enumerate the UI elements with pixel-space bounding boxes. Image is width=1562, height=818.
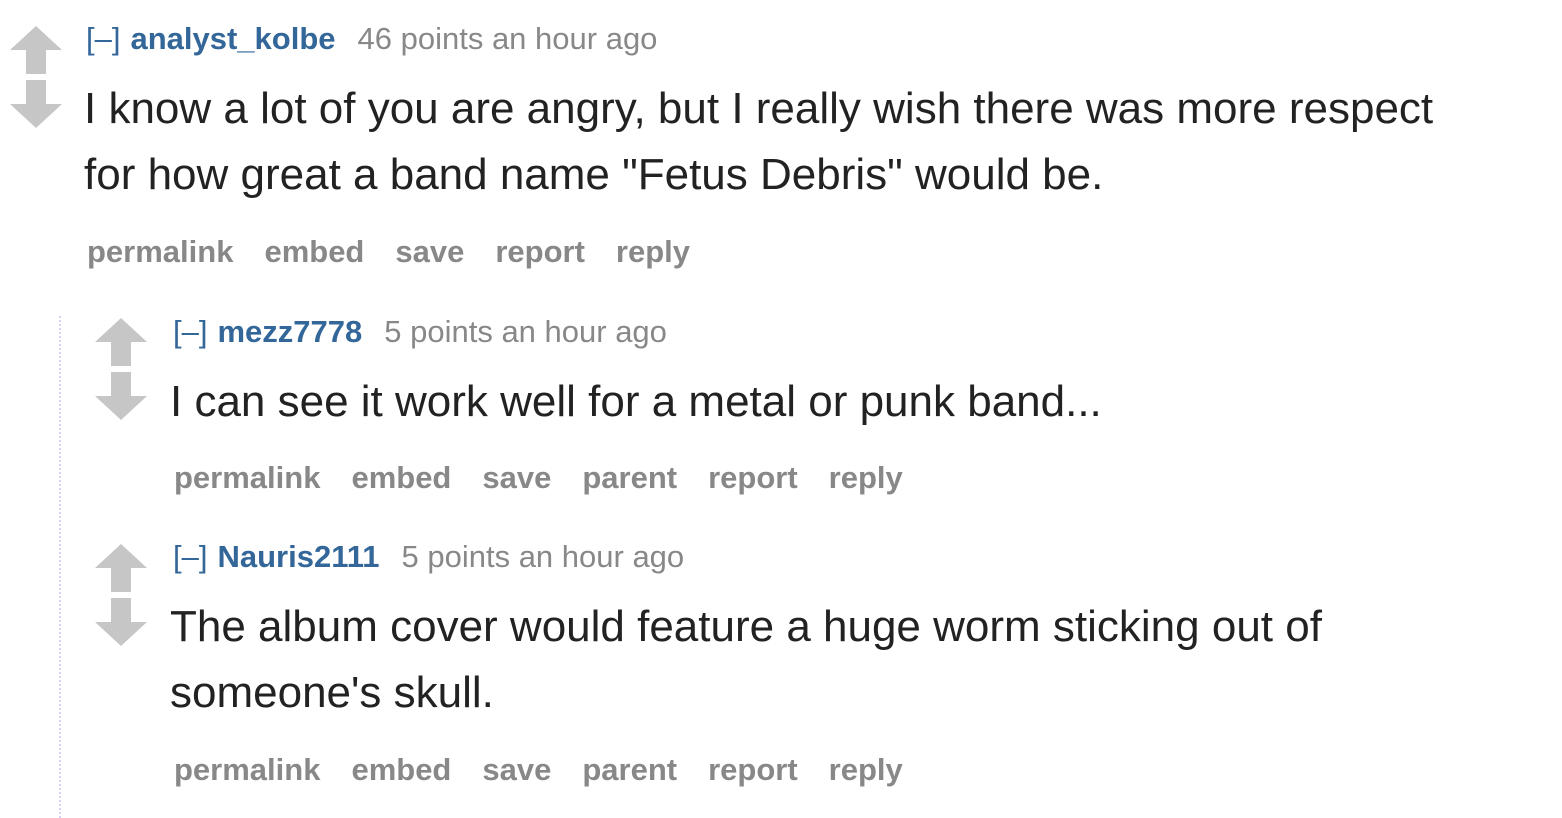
report-button[interactable]: report bbox=[708, 460, 798, 495]
comment-tagline: [–] Nauris2111 5 points an hour ago bbox=[173, 537, 684, 577]
down-arrow-icon[interactable] bbox=[95, 598, 147, 648]
comment-body-line: I can see it work well for a metal or pu… bbox=[170, 377, 1102, 426]
reply-button[interactable]: reply bbox=[829, 752, 903, 787]
comment-body: I know a lot of you are angry, but I rea… bbox=[84, 76, 1433, 208]
reply-button[interactable]: reply bbox=[829, 460, 903, 495]
save-button[interactable]: save bbox=[395, 234, 464, 269]
permalink-button[interactable]: permalink bbox=[174, 752, 320, 787]
comment-body-line: The album cover would feature a huge wor… bbox=[170, 602, 1322, 651]
author-link[interactable]: Nauris2111 bbox=[217, 539, 379, 574]
down-arrow-icon[interactable] bbox=[95, 372, 147, 422]
report-button[interactable]: report bbox=[495, 234, 585, 269]
comment-body-line: I know a lot of you are angry, but I rea… bbox=[84, 84, 1434, 133]
score-and-time: 5 points an hour ago bbox=[384, 314, 667, 349]
comment-buttons: permalink embed save parent report reply bbox=[174, 750, 934, 790]
report-button[interactable]: report bbox=[708, 752, 798, 787]
permalink-button[interactable]: permalink bbox=[87, 234, 233, 269]
save-button[interactable]: save bbox=[482, 460, 551, 495]
comment-body: I can see it work well for a metal or pu… bbox=[170, 369, 1102, 435]
comment-body: The album cover would feature a huge wor… bbox=[170, 594, 1322, 726]
comment-body-line: someone's skull. bbox=[170, 668, 494, 717]
embed-button[interactable]: embed bbox=[351, 460, 451, 495]
collapse-toggle[interactable]: [–] bbox=[173, 314, 207, 349]
score-and-time: 46 points an hour ago bbox=[357, 21, 658, 56]
embed-button[interactable]: embed bbox=[351, 752, 451, 787]
comment-body-line: for how great a band name "Fetus Debris"… bbox=[84, 150, 1104, 199]
parent-button[interactable]: parent bbox=[582, 460, 677, 495]
up-arrow-icon[interactable] bbox=[10, 26, 62, 76]
reply-button[interactable]: reply bbox=[616, 234, 690, 269]
collapse-toggle[interactable]: [–] bbox=[86, 21, 120, 56]
save-button[interactable]: save bbox=[482, 752, 551, 787]
thread-line bbox=[59, 316, 61, 818]
up-arrow-icon[interactable] bbox=[95, 318, 147, 368]
parent-button[interactable]: parent bbox=[582, 752, 677, 787]
embed-button[interactable]: embed bbox=[264, 234, 364, 269]
author-link[interactable]: analyst_kolbe bbox=[130, 21, 335, 56]
permalink-button[interactable]: permalink bbox=[174, 460, 320, 495]
down-arrow-icon[interactable] bbox=[10, 80, 62, 130]
author-link[interactable]: mezz7778 bbox=[217, 314, 362, 349]
score-and-time: 5 points an hour ago bbox=[401, 539, 685, 574]
comment-buttons: permalink embed save report reply bbox=[87, 232, 721, 272]
comment-tagline: [–] mezz7778 5 points an hour ago bbox=[173, 312, 667, 352]
collapse-toggle[interactable]: [–] bbox=[173, 539, 207, 574]
comment-buttons: permalink embed save parent report reply bbox=[174, 458, 934, 498]
comment-tagline: [–] analyst_kolbe 46 points an hour ago bbox=[86, 19, 657, 59]
up-arrow-icon[interactable] bbox=[95, 544, 147, 594]
